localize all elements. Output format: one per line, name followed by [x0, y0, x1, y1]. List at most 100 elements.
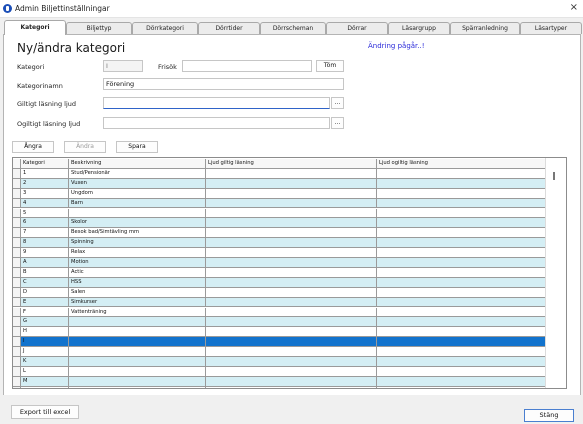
cell-ljud-giltig[interactable] — [206, 337, 377, 348]
cell-kategori[interactable]: G — [21, 317, 69, 328]
angra-button[interactable]: Ångra — [12, 141, 54, 153]
spara-button[interactable]: Spara — [116, 141, 158, 153]
column-header-beskrivning[interactable]: Beskrivning — [69, 159, 206, 169]
row-header[interactable] — [13, 277, 21, 288]
cell-ljud-ogiltig[interactable] — [377, 287, 547, 298]
table-row[interactable]: L — [13, 366, 547, 377]
cell-beskrivning[interactable] — [69, 317, 206, 328]
ogiltigt-ljud-input[interactable] — [103, 117, 330, 129]
table-row[interactable]: 8 Spinning — [13, 238, 547, 249]
cell-kategori[interactable]: 2 — [21, 178, 69, 189]
cell-kategori[interactable]: L — [21, 366, 69, 377]
cell-ljud-ogiltig[interactable] — [377, 386, 547, 388]
cell-kategori[interactable]: 6 — [21, 218, 69, 229]
cell-beskrivning[interactable]: Barn — [69, 198, 206, 209]
cell-ljud-ogiltig[interactable] — [377, 317, 547, 328]
cell-ljud-giltig[interactable] — [206, 386, 377, 388]
scrollbar-thumb[interactable] — [553, 172, 555, 180]
cell-ljud-giltig[interactable] — [206, 168, 377, 179]
cell-kategori[interactable]: D — [21, 287, 69, 298]
row-header[interactable] — [13, 347, 21, 357]
cell-beskrivning[interactable]: Spinning — [69, 238, 206, 249]
cell-ljud-ogiltig[interactable] — [377, 168, 547, 179]
tab-sparranledning[interactable]: Spärranledning — [450, 22, 520, 34]
cell-beskrivning[interactable] — [69, 347, 206, 357]
cell-kategori[interactable]: 9 — [21, 248, 69, 258]
cell-ljud-giltig[interactable] — [206, 198, 377, 209]
cell-ljud-giltig[interactable] — [206, 347, 377, 357]
cell-ljud-giltig[interactable] — [206, 357, 377, 367]
tab-dorrkategori[interactable]: Dörrkategori — [132, 22, 198, 34]
cell-ljud-giltig[interactable] — [206, 287, 377, 298]
cell-ljud-giltig[interactable] — [206, 366, 377, 377]
table-row[interactable]: 7 Besok bad/Simtävling mm — [13, 228, 547, 239]
cell-beskrivning[interactable]: Relax — [69, 248, 206, 258]
cell-beskrivning[interactable] — [69, 366, 206, 377]
cell-beskrivning[interactable] — [69, 337, 206, 348]
cell-kategori[interactable]: 4 — [21, 198, 69, 209]
cell-beskrivning[interactable] — [69, 327, 206, 338]
cell-ljud-giltig[interactable] — [206, 208, 377, 219]
row-header[interactable] — [13, 307, 21, 318]
cell-ljud-ogiltig[interactable] — [377, 198, 547, 209]
cell-ljud-ogiltig[interactable] — [377, 327, 547, 338]
row-header[interactable] — [13, 198, 21, 209]
cell-ljud-giltig[interactable] — [206, 178, 377, 189]
ogiltigt-ljud-browse-button[interactable]: ... — [331, 117, 344, 129]
cell-ljud-giltig[interactable] — [206, 307, 377, 318]
row-header[interactable] — [13, 287, 21, 298]
table-row[interactable]: 5 — [13, 208, 547, 219]
cell-beskrivning[interactable]: HSS — [69, 277, 206, 288]
table-row[interactable]: G — [13, 317, 547, 328]
table-row[interactable]: I — [13, 337, 547, 348]
row-header[interactable] — [13, 366, 21, 377]
cell-kategori[interactable]: N — [21, 386, 69, 388]
stang-button[interactable]: Stäng — [524, 409, 574, 422]
row-header[interactable] — [13, 208, 21, 219]
cell-kategori[interactable]: 1 — [21, 168, 69, 179]
row-header[interactable] — [13, 218, 21, 229]
cell-ljud-ogiltig[interactable] — [377, 376, 547, 387]
cell-ljud-giltig[interactable] — [206, 218, 377, 229]
giltigt-ljud-input[interactable] — [103, 97, 330, 109]
row-header[interactable] — [13, 337, 21, 348]
table-row[interactable]: A Motion — [13, 258, 547, 268]
cell-beskrivning[interactable] — [69, 376, 206, 387]
cell-kategori[interactable]: B — [21, 267, 69, 278]
table-row[interactable]: H — [13, 327, 547, 338]
table-row[interactable]: C HSS — [13, 277, 547, 288]
frisok-input[interactable] — [182, 60, 312, 72]
cell-kategori[interactable]: C — [21, 277, 69, 288]
cell-beskrivning[interactable]: Vattenträning — [69, 307, 206, 318]
tab-dorrscheman[interactable]: Dörrscheman — [260, 22, 326, 34]
table-row[interactable]: 6 Skolor — [13, 218, 547, 229]
tab-lasargrupp[interactable]: Läsargrupp — [388, 22, 450, 34]
cell-ljud-ogiltig[interactable] — [377, 208, 547, 219]
cell-ljud-giltig[interactable] — [206, 277, 377, 288]
table-row[interactable]: K — [13, 357, 547, 367]
cell-ljud-ogiltig[interactable] — [377, 258, 547, 268]
cell-ljud-ogiltig[interactable] — [377, 277, 547, 288]
tom-button[interactable]: Töm — [316, 60, 344, 72]
row-header[interactable] — [13, 258, 21, 268]
tab-dorrar[interactable]: Dörrar — [326, 22, 388, 34]
cell-ljud-giltig[interactable] — [206, 228, 377, 239]
cell-ljud-ogiltig[interactable] — [377, 307, 547, 318]
cell-ljud-giltig[interactable] — [206, 297, 377, 308]
giltigt-ljud-browse-button[interactable]: ... — [331, 97, 344, 109]
table-row[interactable]: 3 Ungdom — [13, 188, 547, 199]
cell-ljud-giltig[interactable] — [206, 376, 377, 387]
row-header[interactable] — [13, 357, 21, 367]
table-row[interactable]: B Actic — [13, 267, 547, 278]
row-header[interactable] — [13, 317, 21, 328]
cell-ljud-ogiltig[interactable] — [377, 337, 547, 348]
column-header-ljud-ogiltig[interactable]: Ljud ogiltig läsning — [377, 159, 547, 169]
cell-beskrivning[interactable]: Besok bad/Simtävling mm — [69, 228, 206, 239]
cell-kategori[interactable]: K — [21, 357, 69, 367]
row-header[interactable] — [13, 267, 21, 278]
row-header[interactable] — [13, 168, 21, 179]
cell-kategori[interactable]: I — [21, 337, 69, 348]
cell-ljud-ogiltig[interactable] — [377, 188, 547, 199]
cell-ljud-giltig[interactable] — [206, 188, 377, 199]
row-header[interactable] — [13, 386, 21, 388]
